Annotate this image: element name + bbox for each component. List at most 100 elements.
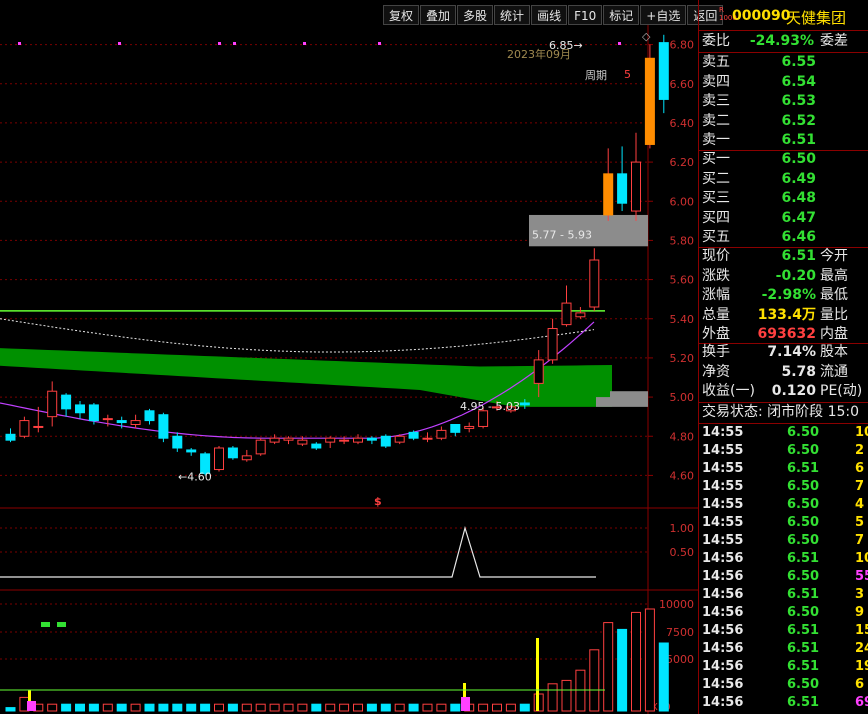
volume-bar (547, 683, 558, 712)
candle (408, 431, 419, 439)
stat-row-label2: 最低 (820, 287, 848, 303)
trade-time: 14:55 (702, 461, 744, 476)
bid-row: 买四 6.47 (699, 209, 868, 228)
price-tick-label: 5.20 (670, 352, 695, 365)
candle (297, 439, 308, 445)
chart-toolbar: 复权 叠加 多股 统计 画线 F10 标记 +自选 返回 (383, 5, 724, 27)
vol-tick-label: 7500 (666, 626, 694, 639)
toolbar-button-0[interactable]: 复权 (383, 5, 420, 25)
candle (325, 437, 336, 443)
stat2-row: 换手 7.14% 股本 (699, 343, 868, 362)
price-tick-label: 6.00 (670, 195, 695, 208)
trade-row: 14:56 6.51 10 (699, 550, 868, 568)
volume-bar (88, 703, 99, 712)
toolbar-button-2[interactable]: 多股 (457, 5, 494, 25)
lower-range-label: 4.95 - 5.03 (460, 400, 520, 413)
trade-price: 6.51 (787, 659, 820, 674)
sub-tick-label: 0.50 (670, 546, 695, 559)
trade-price: 6.51 (787, 587, 820, 602)
ask-row: 卖四 6.54 (699, 73, 868, 92)
stat2-row-label2: 流通 (820, 363, 848, 380)
candle (478, 410, 489, 427)
candle (130, 420, 141, 426)
stat2-row: 收益(一) 0.120 PE(动) (699, 382, 868, 401)
candle (311, 443, 322, 449)
stat-row: 总量 133.4万 量比 (699, 306, 868, 325)
candle (186, 449, 197, 453)
candle (88, 404, 99, 422)
price-tick-label: 4.80 (670, 430, 695, 443)
price-tick-label: 6.40 (670, 117, 695, 130)
stat2-row-value: 7.14% (767, 344, 816, 360)
volume-bar (5, 707, 16, 712)
candle (366, 437, 377, 441)
ask-row-label: 卖五 (702, 54, 730, 70)
volume-bar (75, 703, 85, 712)
volume-bar (144, 703, 155, 712)
bid-row: 买二 6.49 (699, 170, 868, 189)
trade-row: 14:56 6.51 69 (699, 694, 868, 712)
volume-bar (478, 703, 489, 712)
candle (144, 410, 155, 422)
stat-row-value: 133.4万 (757, 306, 816, 323)
toolbar-button-4[interactable]: 画线 (531, 5, 568, 25)
trade-time: 14:56 (702, 605, 744, 620)
trade-price: 6.51 (787, 623, 820, 638)
trade-row: 14:56 6.51 19 (699, 658, 868, 676)
trade-price: 6.50 (787, 479, 820, 494)
volume-bar (644, 608, 655, 712)
ask-row-label: 卖二 (702, 112, 730, 129)
stat-row-value: -2.98% (761, 287, 816, 303)
signal-dot (378, 42, 381, 45)
volume-bar (214, 703, 224, 712)
candle (255, 439, 266, 455)
trade-price: 6.50 (787, 533, 820, 548)
bid-row-label: 买一 (702, 151, 730, 167)
volume-bar (408, 703, 419, 712)
volume-bar (255, 703, 266, 712)
volume-bar (603, 622, 614, 712)
trade-price: 6.50 (787, 515, 820, 530)
trade-volume: 19 (855, 659, 868, 674)
toolbar-button-7[interactable]: +自选 (640, 5, 687, 25)
stock-header: R 1000 000090 天健集团 (699, 6, 868, 28)
price-tick-label: 4.60 (670, 469, 695, 482)
volume-bar (116, 703, 127, 712)
volume-bar (130, 703, 141, 712)
volume-bar (186, 703, 197, 712)
volume-bar (394, 703, 405, 712)
volume-bar (227, 703, 238, 712)
trade-price: 6.51 (787, 551, 820, 566)
trade-price: 6.51 (787, 461, 820, 476)
toolbar-button-1[interactable]: 叠加 (420, 5, 457, 25)
chart-area[interactable]: 6.80 6.60 6.40 6.20 6.00 5.80 5.60 5.40 5.20 5.00… (0, 0, 698, 714)
stat-row-value: -0.20 (775, 267, 816, 284)
trade-volume: 55 (855, 569, 868, 584)
stat-row-label: 涨跌 (702, 267, 730, 284)
ask-row: 卖二 6.52 (699, 112, 868, 131)
candle (589, 259, 600, 308)
volume-bar (47, 703, 58, 712)
signal-dot (303, 42, 306, 45)
date-label: 2023年09月 (507, 47, 571, 61)
trade-volume: 4 (855, 497, 865, 512)
stat2-row-value: 0.120 (771, 383, 816, 399)
toolbar-button-5[interactable]: F10 (568, 5, 603, 25)
trade-row: 14:56 6.51 15 (699, 622, 868, 640)
stat-row-label: 现价 (702, 248, 730, 264)
toolbar-button-3[interactable]: 统计 (494, 5, 531, 25)
price-tick-label: 6.60 (670, 78, 695, 91)
ask-row-price: 6.53 (781, 93, 816, 109)
gap-range-label: 5.77 - 5.93 (532, 228, 592, 241)
kline-chart-svg[interactable]: 6.80 6.60 6.40 6.20 6.00 5.80 5.60 5.40 5.20 5.00… (0, 0, 698, 714)
price-tick-label: 6.80 (670, 39, 695, 52)
stat-row-value: 693632 (757, 326, 816, 342)
vol-marker-green (41, 622, 50, 627)
candle (561, 302, 572, 326)
volume-bar-yellow (536, 638, 539, 711)
volume-bar (450, 703, 461, 712)
candle (102, 418, 113, 421)
weibi-label: 委比 (702, 33, 730, 49)
toolbar-button-6[interactable]: 标记 (603, 5, 640, 25)
volume-bar (339, 703, 350, 712)
